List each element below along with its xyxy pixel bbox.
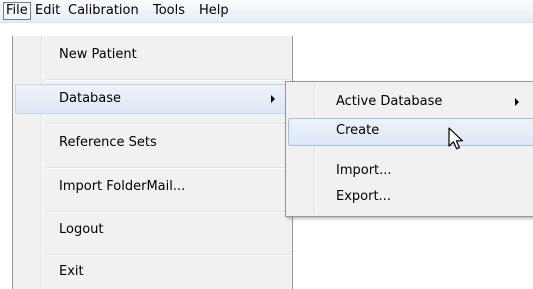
menu-bar: File Edit Calibration Tools Help — [0, 0, 533, 23]
submenu-gutter — [314, 84, 316, 214]
file-menu-dropdown: New Patient Database Reference Sets Impo… — [12, 36, 293, 289]
menu-separator — [45, 123, 290, 125]
menu-item-exit[interactable]: Exit — [59, 263, 84, 281]
menu-gutter — [41, 36, 43, 289]
submenu-item-create[interactable]: Create — [336, 122, 379, 140]
menu-file[interactable]: File — [3, 2, 31, 20]
menu-edit[interactable]: Edit — [32, 3, 63, 19]
menu-tools[interactable]: Tools — [150, 3, 188, 19]
database-submenu: Active Database Create Import... Export.… — [285, 81, 533, 217]
mouse-cursor-icon — [448, 127, 463, 150]
menu-item-database-highlight[interactable] — [15, 84, 292, 114]
menu-item-database[interactable]: Database — [59, 90, 121, 108]
menu-help[interactable]: Help — [196, 3, 232, 19]
menu-item-new-patient[interactable]: New Patient — [59, 46, 137, 64]
menu-calibration[interactable]: Calibration — [65, 3, 142, 19]
submenu-item-active-database[interactable]: Active Database — [336, 93, 442, 111]
menu-separator — [45, 254, 290, 256]
submenu-arrow-icon — [515, 98, 519, 106]
submenu-item-create-highlight[interactable] — [288, 118, 533, 146]
menu-item-import-foldermail[interactable]: Import FolderMail... — [59, 178, 185, 196]
submenu-item-import[interactable]: Import... — [336, 162, 392, 180]
menu-separator — [45, 211, 290, 213]
submenu-item-export[interactable]: Export... — [336, 188, 391, 206]
submenu-arrow-icon — [271, 95, 275, 103]
menu-item-reference-sets[interactable]: Reference Sets — [59, 134, 157, 152]
menu-item-logout[interactable]: Logout — [59, 221, 104, 239]
menu-separator — [45, 79, 290, 81]
menu-separator — [45, 167, 290, 169]
